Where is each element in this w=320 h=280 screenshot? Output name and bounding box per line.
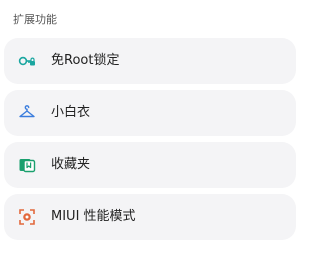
key-lock-icon bbox=[17, 51, 37, 71]
section-title: 扩展功能 bbox=[13, 13, 57, 26]
list-item-label: 收藏夹 bbox=[51, 157, 91, 172]
list-item-white-clothes[interactable]: 小白衣 bbox=[4, 90, 296, 136]
hanger-icon bbox=[17, 103, 37, 123]
list-item-miui-performance[interactable]: MIUI 性能模式 bbox=[4, 194, 296, 240]
list-item-favorites[interactable]: 收藏夹 bbox=[4, 142, 296, 188]
list-item-label: 免Root锁定 bbox=[51, 53, 120, 68]
bookmark-folder-icon bbox=[17, 155, 37, 175]
list-item-label: 小白衣 bbox=[51, 105, 91, 120]
performance-mode-icon bbox=[17, 207, 37, 227]
list-item-root-free-lock[interactable]: 免Root锁定 bbox=[4, 38, 296, 84]
list-item-label: MIUI 性能模式 bbox=[51, 209, 136, 224]
feature-list: 免Root锁定 小白衣 收藏夹 MIUI 性能模式 bbox=[0, 38, 300, 246]
